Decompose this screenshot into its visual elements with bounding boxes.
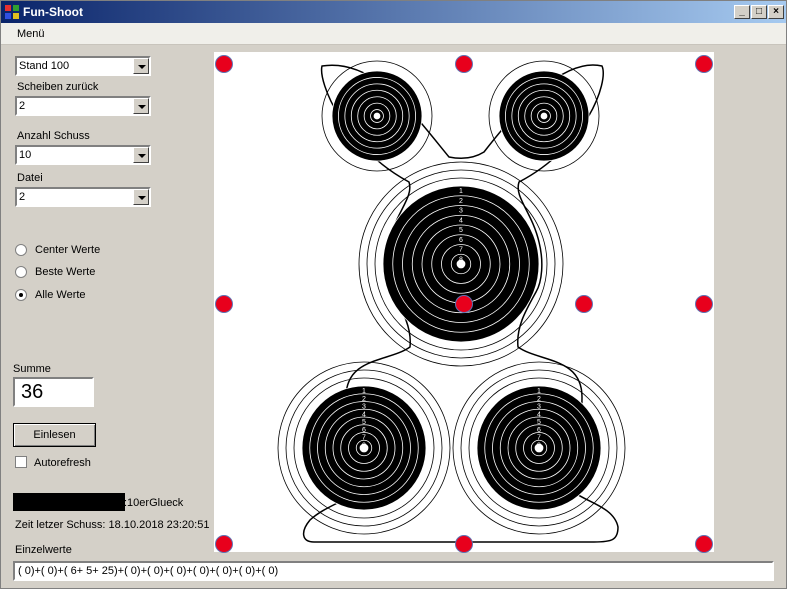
ring-label: 7 <box>537 435 541 442</box>
scheiben-combo[interactable]: 2 <box>15 96 151 116</box>
ring-label: 3 <box>537 404 541 411</box>
ring-label: 3 <box>362 404 366 411</box>
ring-label: 5 <box>459 227 463 234</box>
ring-label: 2 <box>537 396 541 403</box>
einzelwerte-field[interactable]: ( 0)+( 0)+( 6+ 5+ 25)+( 0)+( 0)+( 0)+( 0… <box>13 561 774 581</box>
ring-label: 4 <box>459 217 463 224</box>
summe-label: Summe <box>13 363 51 375</box>
target-ring <box>373 112 381 120</box>
hit-marker <box>695 535 713 553</box>
chevron-down-icon[interactable] <box>133 98 149 114</box>
stand-value: Stand 100 <box>19 60 70 72</box>
app-window: Fun-Shoot _ □ × Menü Stand 100 Scheiben … <box>0 0 787 589</box>
app-icon <box>5 5 19 19</box>
scheiben-label: Scheiben zurück <box>17 81 99 93</box>
summe-field[interactable]: 36 <box>13 377 94 407</box>
title-bar: Fun-Shoot _ □ × <box>1 1 786 23</box>
ring-label: 2 <box>362 396 366 403</box>
radio-beste-werte[interactable] <box>15 266 27 278</box>
target-panel: 123456781234567812345678 <box>214 52 714 553</box>
einzelwerte-label: Einzelwerte <box>15 544 72 556</box>
ring-label: 2 <box>459 198 463 205</box>
ring-label: 8 <box>459 256 463 263</box>
ring-label: 6 <box>362 427 366 434</box>
anzahl-label: Anzahl Schuss <box>17 130 90 142</box>
ring-label: 4 <box>362 411 366 418</box>
chevron-down-icon[interactable] <box>133 147 149 163</box>
menu-bar: Menü <box>1 23 786 45</box>
redacted-bar <box>13 493 125 511</box>
minimize-button[interactable]: _ <box>734 5 750 19</box>
radio-center-label: Center Werte <box>35 244 101 256</box>
anzahl-value: 10 <box>19 149 32 161</box>
ring-label: 6 <box>459 237 463 244</box>
glueck-label: :10erGlueck <box>124 497 184 509</box>
ring-label: 1 <box>362 388 366 395</box>
radio-alle-label: Alle Werte <box>35 289 86 301</box>
ring-label: 7 <box>459 247 463 254</box>
menu-item-menu[interactable]: Menü <box>17 28 45 40</box>
ring-label: 3 <box>459 208 463 215</box>
ring-label: 8 <box>362 442 366 449</box>
hit-marker <box>215 535 233 553</box>
scheiben-value: 2 <box>19 100 26 112</box>
einlesen-button[interactable]: Einlesen <box>13 423 96 447</box>
ring-label: 4 <box>537 411 541 418</box>
close-button[interactable]: × <box>768 5 784 19</box>
hit-marker <box>215 295 233 313</box>
chevron-down-icon[interactable] <box>133 189 149 205</box>
radio-beste-label: Beste Werte <box>35 266 96 278</box>
ring-label: 5 <box>362 419 366 426</box>
hit-marker <box>695 55 713 73</box>
autorefresh-label: Autorefresh <box>34 457 91 469</box>
hit-marker <box>455 55 473 73</box>
hit-marker <box>455 535 473 553</box>
ring-label: 8 <box>537 442 541 449</box>
hit-marker <box>695 295 713 313</box>
datei-label: Datei <box>17 172 43 184</box>
stand-combo[interactable]: Stand 100 <box>15 56 151 76</box>
ring-label: 6 <box>537 427 541 434</box>
window-title: Fun-Shoot <box>23 5 83 19</box>
datei-value: 2 <box>19 191 26 203</box>
anzahl-combo[interactable]: 10 <box>15 145 151 165</box>
radio-alle-werte[interactable] <box>15 289 27 301</box>
datei-combo[interactable]: 2 <box>15 187 151 207</box>
maximize-button[interactable]: □ <box>751 5 767 19</box>
radio-center-werte[interactable] <box>15 244 27 256</box>
autorefresh-checkbox[interactable] <box>15 456 27 468</box>
hit-marker <box>575 295 593 313</box>
letzter-schuss-label: Zeit letzer Schuss: 18.10.2018 23:20:51 <box>15 519 210 531</box>
ring-label: 5 <box>537 419 541 426</box>
ring-label: 1 <box>537 388 541 395</box>
hit-marker <box>455 295 473 313</box>
ring-label: 7 <box>362 435 366 442</box>
chevron-down-icon[interactable] <box>133 58 149 74</box>
ring-label: 1 <box>459 188 463 195</box>
target-ring <box>540 112 548 120</box>
hit-marker <box>215 55 233 73</box>
